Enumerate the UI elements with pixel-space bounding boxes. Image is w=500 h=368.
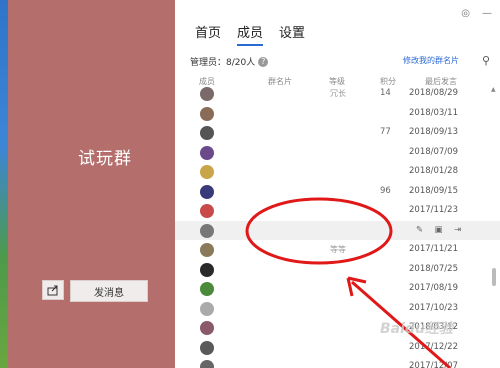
share-button[interactable] — [42, 280, 64, 300]
member-level: 冗长 — [330, 89, 346, 98]
exit-icon[interactable]: ⇥ — [451, 224, 464, 236]
avatar[interactable] — [200, 262, 214, 277]
help-icon[interactable]: ? — [258, 56, 269, 67]
avatar[interactable] — [200, 145, 214, 160]
edit-group-card-link[interactable]: 修改我的群名片 — [403, 55, 459, 66]
avatar[interactable] — [200, 165, 214, 179]
avatar[interactable] — [200, 360, 214, 368]
scroll-thumb[interactable] — [492, 268, 496, 286]
last-message-date: 2018/08/29 — [409, 88, 458, 98]
annotation-ellipse — [245, 197, 393, 265]
avatar[interactable] — [200, 321, 214, 335]
last-message-date: 2017/11/23 — [409, 205, 458, 215]
member-points: 96 — [380, 185, 391, 196]
avatar[interactable] — [200, 223, 214, 238]
scrollbar[interactable]: ▲ — [491, 84, 497, 368]
card-icon[interactable]: ▣ — [432, 224, 445, 236]
watermark: Baidu经验 — [380, 321, 453, 337]
edit-icon[interactable]: ✎ — [413, 224, 426, 236]
tab-settings[interactable]: 设置 — [279, 22, 305, 46]
tab-members[interactable]: 成员 — [237, 22, 264, 46]
person-search-icon[interactable]: ⚲ — [482, 54, 490, 67]
share-icon — [47, 285, 58, 295]
last-message-date: 2018/07/09 — [409, 146, 458, 157]
group-profile-panel: 试玩群 发消息 — [8, 0, 175, 368]
group-name: 试玩群 — [78, 149, 132, 169]
avatar[interactable] — [200, 87, 214, 101]
member-points: 14 — [380, 88, 391, 98]
last-message-date: 2018/03/11 — [409, 107, 458, 118]
send-message-button[interactable]: 发消息 — [70, 280, 148, 302]
avatar[interactable] — [200, 243, 214, 257]
last-message-date: 2018/09/13 — [409, 127, 458, 137]
avatar[interactable] — [200, 282, 214, 296]
tab-home[interactable]: 首页 — [195, 22, 221, 46]
avatar[interactable] — [200, 106, 214, 121]
table-row[interactable]: 2018/03/11 — [175, 104, 500, 124]
table-row[interactable]: 冗长 14 2018/08/29 — [175, 84, 500, 104]
avatar[interactable] — [200, 301, 214, 316]
tab-bar: 首页 成员 设置 — [195, 22, 305, 46]
desktop-background — [0, 0, 8, 368]
window-controls: ◎ — — [461, 8, 492, 19]
avatar[interactable] — [200, 204, 214, 218]
avatar[interactable] — [200, 340, 214, 355]
minimize-icon[interactable]: — — [482, 8, 492, 19]
member-points: 77 — [380, 127, 391, 137]
row-actions: ✎ ▣ ⇥ — [413, 224, 464, 236]
last-message-date: 2017/11/21 — [409, 244, 458, 254]
scroll-up-icon[interactable]: ▲ — [491, 86, 496, 93]
avatar[interactable] — [200, 126, 214, 140]
table-row[interactable]: 2018/01/28 — [175, 162, 500, 182]
table-row[interactable]: 2018/07/09 — [175, 143, 500, 163]
manager-count: 管理员：8/20人 ? — [190, 55, 269, 68]
manager-count-text: 管理员：8/20人 — [190, 58, 256, 68]
table-row[interactable]: 77 2018/09/13 — [175, 123, 500, 143]
last-message-date: 2018/01/28 — [409, 166, 458, 176]
last-message-date: 2018/09/15 — [409, 185, 458, 196]
skin-icon[interactable]: ◎ — [461, 8, 470, 19]
avatar[interactable] — [200, 184, 214, 199]
